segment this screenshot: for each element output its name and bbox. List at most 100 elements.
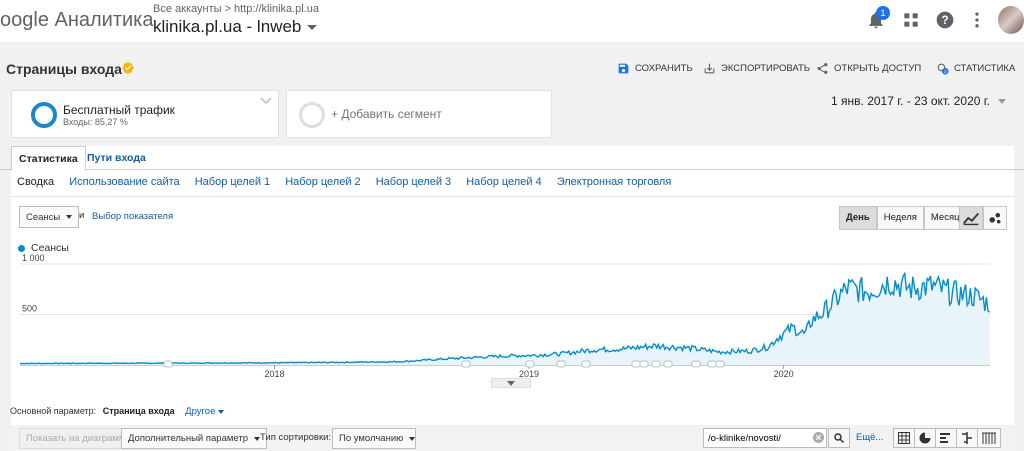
comparison-view-icon (962, 432, 972, 444)
insights-label: Статистика (954, 63, 1016, 74)
page-title: Страницы входа (6, 61, 122, 77)
pivot-view-icon (982, 432, 996, 444)
app-logo[interactable]: oogle Аналитика (0, 9, 154, 32)
choose-metric-link[interactable]: Выбор показателя (92, 211, 173, 222)
chart-type-toggle (959, 206, 1007, 230)
subnav-ecommerce[interactable]: Электронная торговля (557, 176, 672, 188)
breadcrumb[interactable]: Все аккаунты > http://klinika.pl.ua (153, 3, 319, 15)
x-tick-label: 2018 (265, 369, 285, 379)
date-range-text: 1 янв. 2017 г. - 23 окт. 2020 г. (831, 94, 990, 108)
annotation-marker[interactable] (639, 360, 649, 368)
metric-select[interactable]: Сеансы (19, 206, 80, 228)
bubble-chart-icon (989, 212, 1001, 224)
period-day-button[interactable]: День (839, 206, 877, 230)
segment-ring-icon (31, 102, 57, 128)
share-label: Открыть доступ (834, 63, 922, 74)
subnav-goal-set-3[interactable]: Набор целей 3 (376, 176, 451, 188)
view-pie-button[interactable] (914, 428, 936, 448)
chevron-down-icon (66, 215, 73, 219)
apps-grid-icon[interactable] (901, 10, 921, 30)
annotation-marker[interactable] (556, 360, 566, 368)
primary-dimension-row: Основной параметр: Страница входа Другое (10, 406, 224, 417)
table-view-icon (898, 432, 910, 444)
clear-search-icon[interactable] (813, 432, 824, 443)
x-tick-label: 2020 (774, 369, 794, 379)
account-selector[interactable]: klinika.pl.ua - lnweb (153, 17, 318, 37)
pie-view-icon (919, 432, 931, 444)
search-button[interactable] (828, 428, 850, 448)
annotation-marker[interactable] (631, 360, 641, 368)
insights-icon: 3 (937, 63, 949, 75)
chevron-down-icon[interactable] (260, 97, 272, 105)
table-search-input[interactable] (703, 428, 827, 448)
view-performance-button[interactable] (935, 428, 957, 448)
chevron-down-icon (998, 99, 1006, 105)
view-pivot-button[interactable] (977, 428, 1001, 448)
help-icon[interactable]: ? (935, 10, 955, 30)
segment-card-organic[interactable]: Бесплатный трафик Входы: 85,27 % (11, 90, 279, 138)
subnav-goal-set-4[interactable]: Набор целей 4 (466, 176, 541, 188)
annotation-marker[interactable] (581, 360, 591, 368)
annotation-marker[interactable] (715, 360, 725, 368)
and-label: и (79, 210, 85, 221)
export-button[interactable]: Экспортировать (703, 62, 810, 75)
add-segment-card[interactable]: + Добавить сегмент (286, 90, 552, 138)
series-dot-icon (18, 244, 25, 252)
subnav-goal-set-1[interactable]: Набор целей 1 (195, 176, 270, 188)
share-button[interactable]: Открыть доступ (816, 62, 921, 75)
other-dimension-link[interactable]: Другое (185, 406, 215, 417)
view-comparison-button[interactable] (956, 428, 978, 448)
secondary-dimension-label: Дополнительный параметр (128, 433, 248, 444)
view-table-button[interactable] (893, 428, 915, 448)
chevron-down-icon (507, 380, 515, 386)
download-icon (704, 63, 715, 74)
more-vert-icon[interactable] (967, 10, 987, 30)
plot-rows-button[interactable]: Показать на диаграмме (19, 428, 138, 449)
date-range-picker[interactable]: 1 янв. 2017 г. - 23 окт. 2020 г. (831, 94, 1006, 108)
insights-button[interactable]: 3 Статистика (936, 62, 1015, 75)
period-week-button[interactable]: Неделя (876, 206, 924, 230)
explorer-subnav: Сводка Использование сайта Набор целей 1… (17, 176, 683, 188)
line-chart-icon (962, 212, 980, 226)
annotation-marker[interactable] (663, 360, 673, 368)
sort-type-label: Тип сортировки: (260, 432, 332, 443)
search-icon (834, 433, 845, 444)
save-button[interactable]: Сохранить (617, 62, 693, 75)
subnav-site-usage[interactable]: Использование сайта (69, 176, 179, 188)
segment-title: Бесплатный трафик (63, 103, 175, 117)
primary-dimension-value: Страница входа (102, 406, 175, 416)
annotations-toggle[interactable] (491, 378, 531, 388)
sort-type-value: По умолчанию (339, 433, 404, 444)
export-label: Экспортировать (721, 63, 811, 74)
metric-select-value: Сеансы (26, 211, 61, 223)
sessions-chart: 1 000500 2018 2019 2020 (19, 253, 991, 379)
notification-badge: 1 (876, 6, 890, 20)
tab-entrance-paths[interactable]: Пути входа (80, 146, 153, 170)
annotation-marker[interactable] (525, 360, 535, 368)
y-tick-label: 1 000 (22, 253, 45, 263)
save-icon (618, 63, 629, 74)
subnav-goal-set-2[interactable]: Набор целей 2 (285, 176, 360, 188)
annotation-marker[interactable] (707, 360, 717, 368)
svg-text:?: ? (941, 14, 948, 27)
svg-text:3: 3 (944, 69, 947, 75)
annotation-marker[interactable] (461, 360, 471, 368)
annotation-marker[interactable] (163, 360, 173, 368)
more-link[interactable]: Ещё... (856, 432, 883, 443)
tab-explorer[interactable]: Статистика (11, 146, 86, 170)
segment-subtitle: Входы: 85,27 % (63, 117, 128, 127)
annotation-marker[interactable] (691, 360, 701, 368)
avatar[interactable] (998, 6, 1024, 34)
sort-type-select[interactable]: По умолчанию (332, 428, 416, 449)
save-label: Сохранить (635, 63, 693, 74)
bar-view-icon (940, 433, 950, 443)
line-chart-button[interactable] (959, 206, 983, 230)
tab-divider (0, 169, 1024, 170)
empty-ring-icon (299, 102, 325, 128)
add-segment-label: + Добавить сегмент (331, 107, 442, 121)
motion-chart-button[interactable] (983, 206, 1007, 230)
secondary-dimension-select[interactable]: Дополнительный параметр (121, 428, 267, 449)
period-toggle: День Неделя Месяц (839, 206, 967, 230)
annotation-marker[interactable] (651, 360, 661, 368)
subnav-summary[interactable]: Сводка (17, 176, 54, 188)
